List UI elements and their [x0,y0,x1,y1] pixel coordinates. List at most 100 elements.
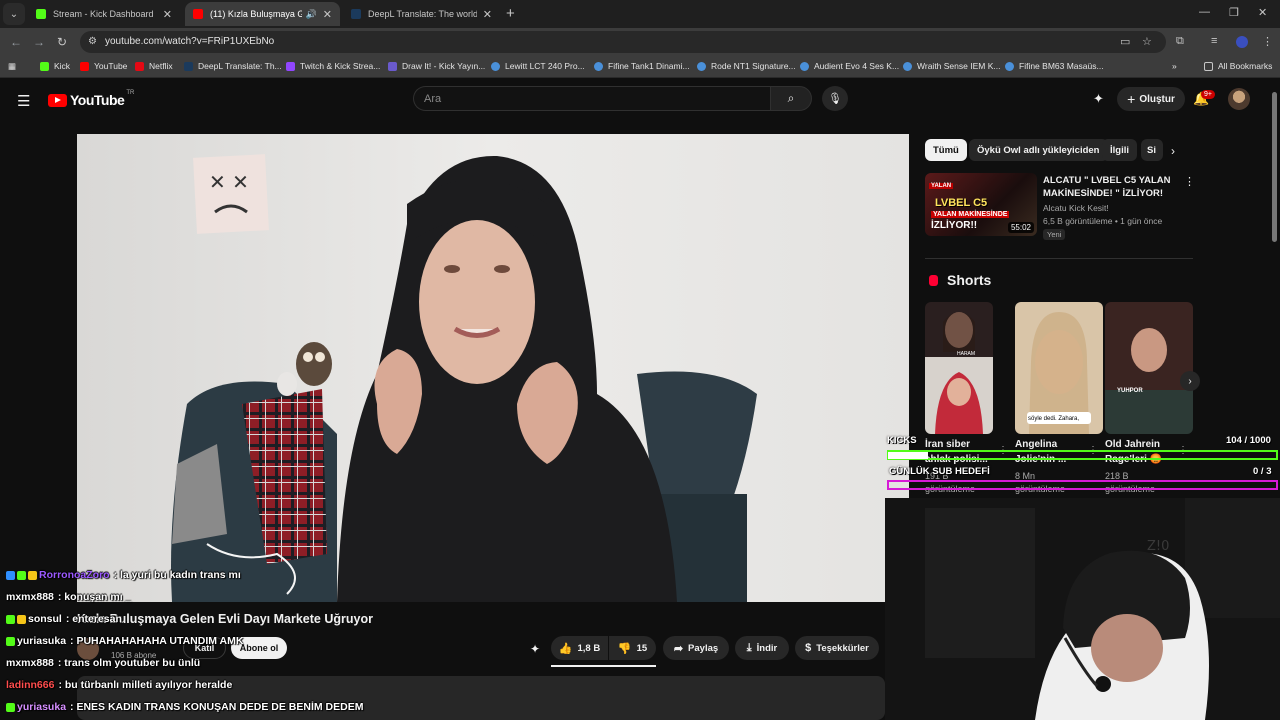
audio-playing-icon[interactable]: 🔊 [306,9,317,20]
chip-all[interactable]: Tümü [925,139,967,161]
tab-search-button[interactable]: ⌄ [3,3,25,25]
restore-icon[interactable]: ❐ [1229,6,1239,19]
bookmark-draw-it[interactable]: Draw It! - Kick Yayın... [388,61,485,71]
video-player[interactable]: ✕ ✕ [77,134,909,602]
close-tab-icon[interactable]: ✕ [483,8,492,21]
url-text[interactable]: youtube.com/watch?v=FRiP1UXEbNo [105,36,274,47]
like-button[interactable]: 👍 1,8 B [551,636,608,660]
thanks-icon: $ [805,642,812,654]
short-thumbnail-1[interactable]: HARAM [925,302,993,434]
close-tab-icon[interactable]: ✕ [163,8,172,21]
bookmark-netflix[interactable]: Netflix [135,61,173,71]
like-ratio-bar [551,665,656,667]
profile-icon[interactable] [1236,36,1248,48]
shorts-title: Shorts [947,272,992,288]
dislike-button[interactable]: 👎 15 [609,636,656,660]
search-input[interactable] [413,86,770,111]
check-icon [594,61,603,71]
svg-text:Z!0: Z!0 [1147,539,1169,554]
bookmark-rode[interactable]: Rode NT1 Signature... [697,61,796,71]
bookmark-lewitt[interactable]: Lewitt LCT 240 Pro... [491,61,585,71]
chat-badge-icon [6,636,15,646]
tab-youtube-video[interactable]: (11) Kızla Buluşmaya Gelen 🔊 ✕ [185,2,340,26]
minimize-icon[interactable]: — [1199,6,1210,18]
tab-kick-dashboard[interactable]: Stream - Kick Dashboard ✕ [28,2,180,26]
bookmark-label: Draw It! - Kick Yayın... [402,61,486,71]
tab-title: (11) Kızla Buluşmaya Gelen [210,9,302,19]
share-button[interactable]: ➦ Paylaş [663,636,729,660]
chat-username: yuriasuka [17,701,67,713]
bookmark-star-icon[interactable]: ☆ [1142,35,1152,48]
related-video-title[interactable]: ALCATU " LVBEL C5 YALAN MAKİNESİNDE! " İ… [1043,175,1183,200]
bookmark-kick[interactable]: Kick [40,61,70,71]
chat-text: : ENES KADIN TRANS KONUŞAN DEDE DE BENİM… [70,701,364,713]
new-tab-icon[interactable]: + [506,5,515,22]
ask-ai-icon[interactable]: ✦ [530,642,540,656]
chrome-menu-icon[interactable]: ⋮ [1262,35,1273,48]
chip-related[interactable]: İlgili [1102,139,1137,161]
chat-text: : enteresan [65,613,122,625]
chat-message: ladinn666 : bu türbanlı milleti ayılıyor… [6,679,232,691]
page-scrollbar[interactable] [1272,92,1277,242]
bookmark-deepl[interactable]: DeepL Translate: Th... [184,61,282,71]
chip-more[interactable]: Si [1141,139,1163,161]
account-avatar[interactable] [1228,88,1250,110]
site-info-icon[interactable]: ⚙ [88,36,97,47]
reload-icon[interactable]: ↻ [57,35,67,49]
short-image [925,302,993,434]
search-button[interactable]: ⌕ [770,86,812,111]
chat-message: yuriasuka : ENES KADIN TRANS KONUŞAN DED… [6,701,363,713]
forward-icon[interactable]: → [33,35,45,49]
bookmark-fifine-bm63[interactable]: Fifine BM63 Masaüs... [1005,61,1104,71]
chip-from-uploader[interactable]: Öykü Owl adlı yükleyiciden [969,139,1108,161]
chat-badge-icon [6,570,15,580]
new-badge: Yeni [1043,229,1066,240]
bookmark-twitch-kick[interactable]: Twitch & Kick Strea... [286,61,380,71]
bookmark-wraith[interactable]: Wraith Sense IEM K... [903,61,1000,71]
webcam-image: Z!0 [885,498,1280,720]
bookmark-youtube[interactable]: YouTube [80,61,127,71]
logo-text: YouTube [70,92,125,108]
short-image [1105,302,1193,434]
drawit-icon [388,61,397,71]
close-tab-icon[interactable]: ✕ [323,8,332,21]
all-bookmarks-button[interactable]: All Bookmarks [1204,61,1272,71]
download-button[interactable]: ⤓ İndir [735,636,789,660]
short-thumbnail-2[interactable]: söyle dedi. Zahara, [1015,302,1103,434]
apps-icon[interactable]: ▦ [8,61,16,72]
bookmark-label: Fifine BM63 Masaüs... [1019,61,1104,71]
more-actions-icon[interactable]: ⋮ [1184,175,1195,188]
chevron-right-icon[interactable]: › [1171,144,1175,158]
bookmark-label: Rode NT1 Signature... [711,61,796,71]
youtube-icon [80,61,89,71]
media-control-icon[interactable]: ≡ [1211,35,1217,47]
short-thumbnail-3[interactable]: YUHPOR [1105,302,1193,434]
chat-badge-icon [6,702,15,712]
close-window-icon[interactable]: ✕ [1258,6,1267,19]
check-icon [697,61,706,71]
chat-badge-icon [17,570,26,580]
voice-search-button[interactable]: 🎙 [822,86,848,111]
deepl-icon [184,61,193,71]
related-video-thumbnail[interactable]: YALAN LVBEL C5 YALAN MAKİNESİNDE İZLİYOR… [925,173,1037,236]
create-button[interactable]: + Oluştur [1117,87,1185,111]
ask-icon[interactable]: ✦ [1093,91,1104,107]
more-bookmarks-icon[interactable]: » [1172,61,1177,71]
chat-badge-icon [28,570,37,580]
bookmark-label: Twitch & Kick Strea... [300,61,381,71]
extensions-icon[interactable]: ⧉ [1176,35,1184,48]
related-video-channel[interactable]: Alcatu Kick Kesit! [1043,203,1109,213]
shorts-next-button[interactable]: › [1180,371,1200,391]
youtube-logo[interactable]: YouTube TR [48,90,134,108]
like-count: 1,8 B [577,642,601,654]
bookmark-audient[interactable]: Audient Evo 4 Ses K... [800,61,899,71]
cast-icon[interactable]: ▭ [1120,35,1130,48]
menu-icon[interactable]: ☰ [17,92,30,110]
chat-badge-icon [17,614,26,624]
thanks-button[interactable]: $ Teşekkürler [795,636,879,660]
back-icon[interactable]: ← [10,35,22,49]
bookmark-fifine-tank[interactable]: Fifine Tank1 Dinami... [594,61,690,71]
kick-icon [40,61,49,71]
related-video-meta: 6,5 B görüntüleme • 1 gün önce [1043,216,1163,226]
tab-deepl[interactable]: DeepL Translate: The world's m ✕ [343,2,500,26]
